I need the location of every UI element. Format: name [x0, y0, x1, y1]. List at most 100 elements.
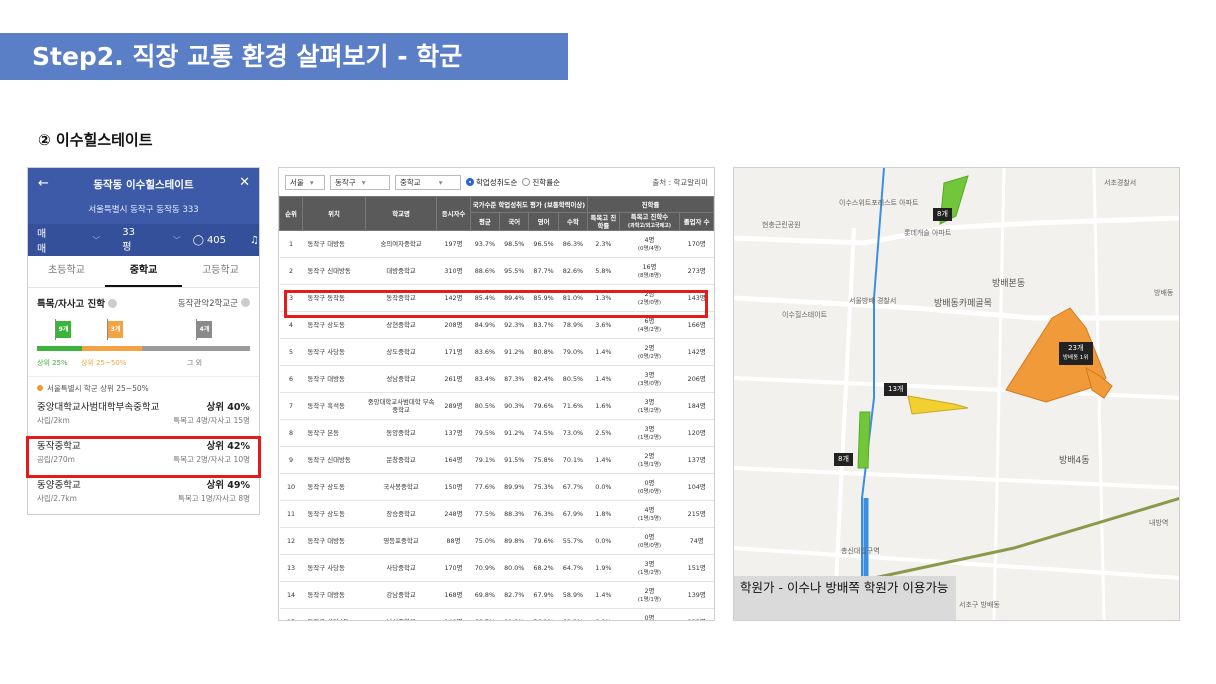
- table-cell: 58.9%: [558, 581, 588, 609]
- table-row[interactable]: 15동작구 사당4동남성중학교148명66.7%81.8%56.1%62.2%0…: [279, 608, 714, 620]
- school-level-select[interactable]: 중학교 ▾: [395, 174, 461, 190]
- table-cell: 62.2%: [558, 608, 588, 620]
- school-type: 사립/2km: [37, 416, 70, 425]
- table-cell: 14: [279, 581, 303, 609]
- cell-advance-count: 3명 (1명/2명): [619, 392, 680, 420]
- map-panel[interactable]: 8개 23개 방배동 1위 13개 8개 방배본동 방배동카페골목 방배4동 이수…: [733, 167, 1180, 621]
- table-row[interactable]: 8 동작구 본동 동양중학교 137명 79.5% 91.2% 74.5% 73.0% 2.5%…: [279, 419, 714, 447]
- table-row[interactable]: 10 동작구 상도동 국사봉중학교 150명 77.6% 89.9% 75.3% 67.7% 0…: [279, 473, 714, 501]
- table-cell: 1.4%: [587, 365, 620, 393]
- table-cell: 310명: [436, 257, 471, 285]
- table-cell: 75.0%: [470, 527, 500, 555]
- table-cell: 동작구 대방동: [302, 230, 366, 258]
- table-cell: 83.6%: [470, 338, 500, 366]
- orange-dot-icon: [37, 385, 43, 391]
- cell-advance-count: 0명(0명/0명): [619, 473, 680, 501]
- table-cell: 동작구 신대방동: [302, 257, 366, 285]
- table-cell: 289명: [436, 392, 471, 420]
- table-cell: 137명: [679, 446, 714, 474]
- progress-header: 특목/자사고 진학 동작관악2학교군: [28, 296, 259, 310]
- table-cell: 123명: [679, 608, 714, 620]
- table-row[interactable]: 14 동작구 대방동 강남중학교 168명 69.8% 82.7% 67.9% 58.9% 1.…: [279, 581, 714, 609]
- table-cell: 98.5%: [499, 230, 529, 258]
- table-cell: 장승중학교: [365, 500, 437, 528]
- map-label: 현충근린공원: [762, 221, 801, 229]
- table-row[interactable]: 13 동작구 사당동 사당중학교 170명 70.9% 80.0% 68.2% 64.7% 1.…: [279, 554, 714, 582]
- school-item[interactable]: 중앙대학교사범대학부속중학교 상위 40% 사립/2km 특목고 4명/자사고 15…: [28, 399, 259, 426]
- table-cell: 80.5%: [558, 365, 588, 393]
- table-cell: 88.3%: [499, 500, 529, 528]
- region-select[interactable]: 서울 ▾: [285, 174, 325, 190]
- table-cell: 국사봉중학교: [365, 473, 437, 501]
- table-cell: 2.5%: [587, 419, 620, 447]
- table-cell: 동작구 상도동: [302, 473, 366, 501]
- table-cell: 7: [279, 392, 303, 420]
- table-cell: 68.2%: [528, 554, 559, 582]
- academy-count-badge[interactable]: 23개 방배동 1위: [1059, 342, 1093, 365]
- sort-advance-radio[interactable]: 진학률순: [522, 177, 560, 188]
- cell-advance-count: 3명 (1명/2명): [619, 419, 680, 447]
- comment-icon[interactable]: ◯: [193, 235, 204, 246]
- rank-bar-labels: 상위 25% 상위 25~50% 그 외: [37, 358, 250, 370]
- school-type: 사립/2.7km: [37, 494, 77, 503]
- help-icon[interactable]: [107, 299, 117, 308]
- cell-advance-count: 4명 (0명/4명): [619, 230, 680, 258]
- flag-top25-50: 3개: [108, 321, 123, 338]
- trade-type-select[interactable]: 매매: [37, 225, 54, 255]
- table-cell: 56.1%: [528, 608, 559, 620]
- table-cell: 81.8%: [499, 608, 529, 620]
- table-cell: 1.4%: [587, 446, 620, 474]
- table-cell: 동작구 사당동: [302, 554, 366, 582]
- table-row[interactable]: 9 동작구 신대방동 문창중학교 164명 79.1% 91.5% 75.8% 70.1% 1.…: [279, 446, 714, 474]
- table-cell: 동작구 신대방동: [302, 446, 366, 474]
- table-row[interactable]: 2 동작구 신대방동 대방중학교 310명 88.6% 95.5% 87.7% 82.6% 5.…: [279, 257, 714, 285]
- table-cell: 상도중학교: [365, 338, 437, 366]
- cell-advance-count: 3명 (1명/2명): [619, 554, 680, 582]
- table-row[interactable]: 7 동작구 흑석동 중앙대학교사범대학 부속중학교 289명 80.5% 90.3% 79.…: [279, 392, 714, 420]
- table-cell: 0.0%: [587, 527, 620, 555]
- table-cell: 10: [279, 473, 303, 501]
- table-row[interactable]: 6 동작구 대방동 성남중학교 261명 83.4% 87.3% 82.4% 80.5% 1.4…: [279, 365, 714, 393]
- help-icon[interactable]: [241, 298, 250, 307]
- table-row[interactable]: 12 동작구 대방동 영등포중학교 88명 75.0% 89.8% 79.6% 55.7% 0.…: [279, 527, 714, 555]
- table-cell: 90.3%: [499, 392, 529, 420]
- table-cell: 12: [279, 527, 303, 555]
- school-rank: 상위 40%: [206, 402, 250, 413]
- table-cell: 영등포중학교: [365, 527, 437, 555]
- table-cell: 동작구 흑석동: [302, 392, 366, 420]
- tab-elementary[interactable]: 초등학교: [28, 256, 105, 287]
- school-tabs: 초등학교 중학교 고등학교: [28, 256, 259, 288]
- tab-middle[interactable]: 중학교: [105, 256, 182, 287]
- school-rank: 상위 49%: [206, 480, 250, 491]
- table-cell: 64.7%: [558, 554, 588, 582]
- address-text: 서울특별시 동작구 동작동 333: [88, 205, 199, 215]
- table-cell: 91.2%: [499, 419, 529, 447]
- sort-achievement-radio[interactable]: 학업성취도순: [466, 177, 517, 188]
- table-row[interactable]: 5 동작구 사당동 상도중학교 171명 83.6% 91.2% 80.8% 79.0% 1.4…: [279, 338, 714, 366]
- highlight-box: [26, 436, 261, 478]
- close-icon[interactable]: ✕: [239, 175, 250, 190]
- table-cell: 동양중학교: [365, 419, 437, 447]
- table-cell: 69.8%: [470, 581, 500, 609]
- academy-count-badge[interactable]: 13개: [884, 383, 908, 396]
- table-cell: 120명: [679, 419, 714, 447]
- tab-high[interactable]: 고등학교: [182, 256, 259, 287]
- bell-icon[interactable]: ♫: [250, 235, 259, 246]
- table-cell: 139명: [679, 581, 714, 609]
- table-cell: 261명: [436, 365, 471, 393]
- map-label: 롯데캐슬 아파트: [904, 229, 952, 237]
- academy-count-badge[interactable]: 8개: [834, 453, 853, 466]
- table-cell: 215명: [679, 500, 714, 528]
- table-cell: 91.5%: [499, 446, 529, 474]
- table-cell: 1.4%: [587, 338, 620, 366]
- district-select[interactable]: 동작구 ▾: [330, 174, 390, 190]
- map-label: 서초구 방배동: [959, 601, 1000, 609]
- size-select[interactable]: 33평: [122, 227, 143, 253]
- table-row[interactable]: 1 동작구 대방동 숭의여자중학교 197명 93.7% 98.5% 96.5% 86.3% 2…: [279, 230, 714, 258]
- table-cell: 82.6%: [558, 257, 588, 285]
- table-row[interactable]: 11 동작구 상도동 장승중학교 248명 77.5% 88.3% 76.3% 67.9% 1.…: [279, 500, 714, 528]
- map-label: 총신대입구역: [841, 547, 880, 555]
- school-item[interactable]: 동양중학교 상위 49% 사립/2.7km 특목고 1명/자사고 8명: [28, 477, 259, 504]
- academy-count-badge[interactable]: 8개: [933, 208, 952, 221]
- table-cell: 11: [279, 500, 303, 528]
